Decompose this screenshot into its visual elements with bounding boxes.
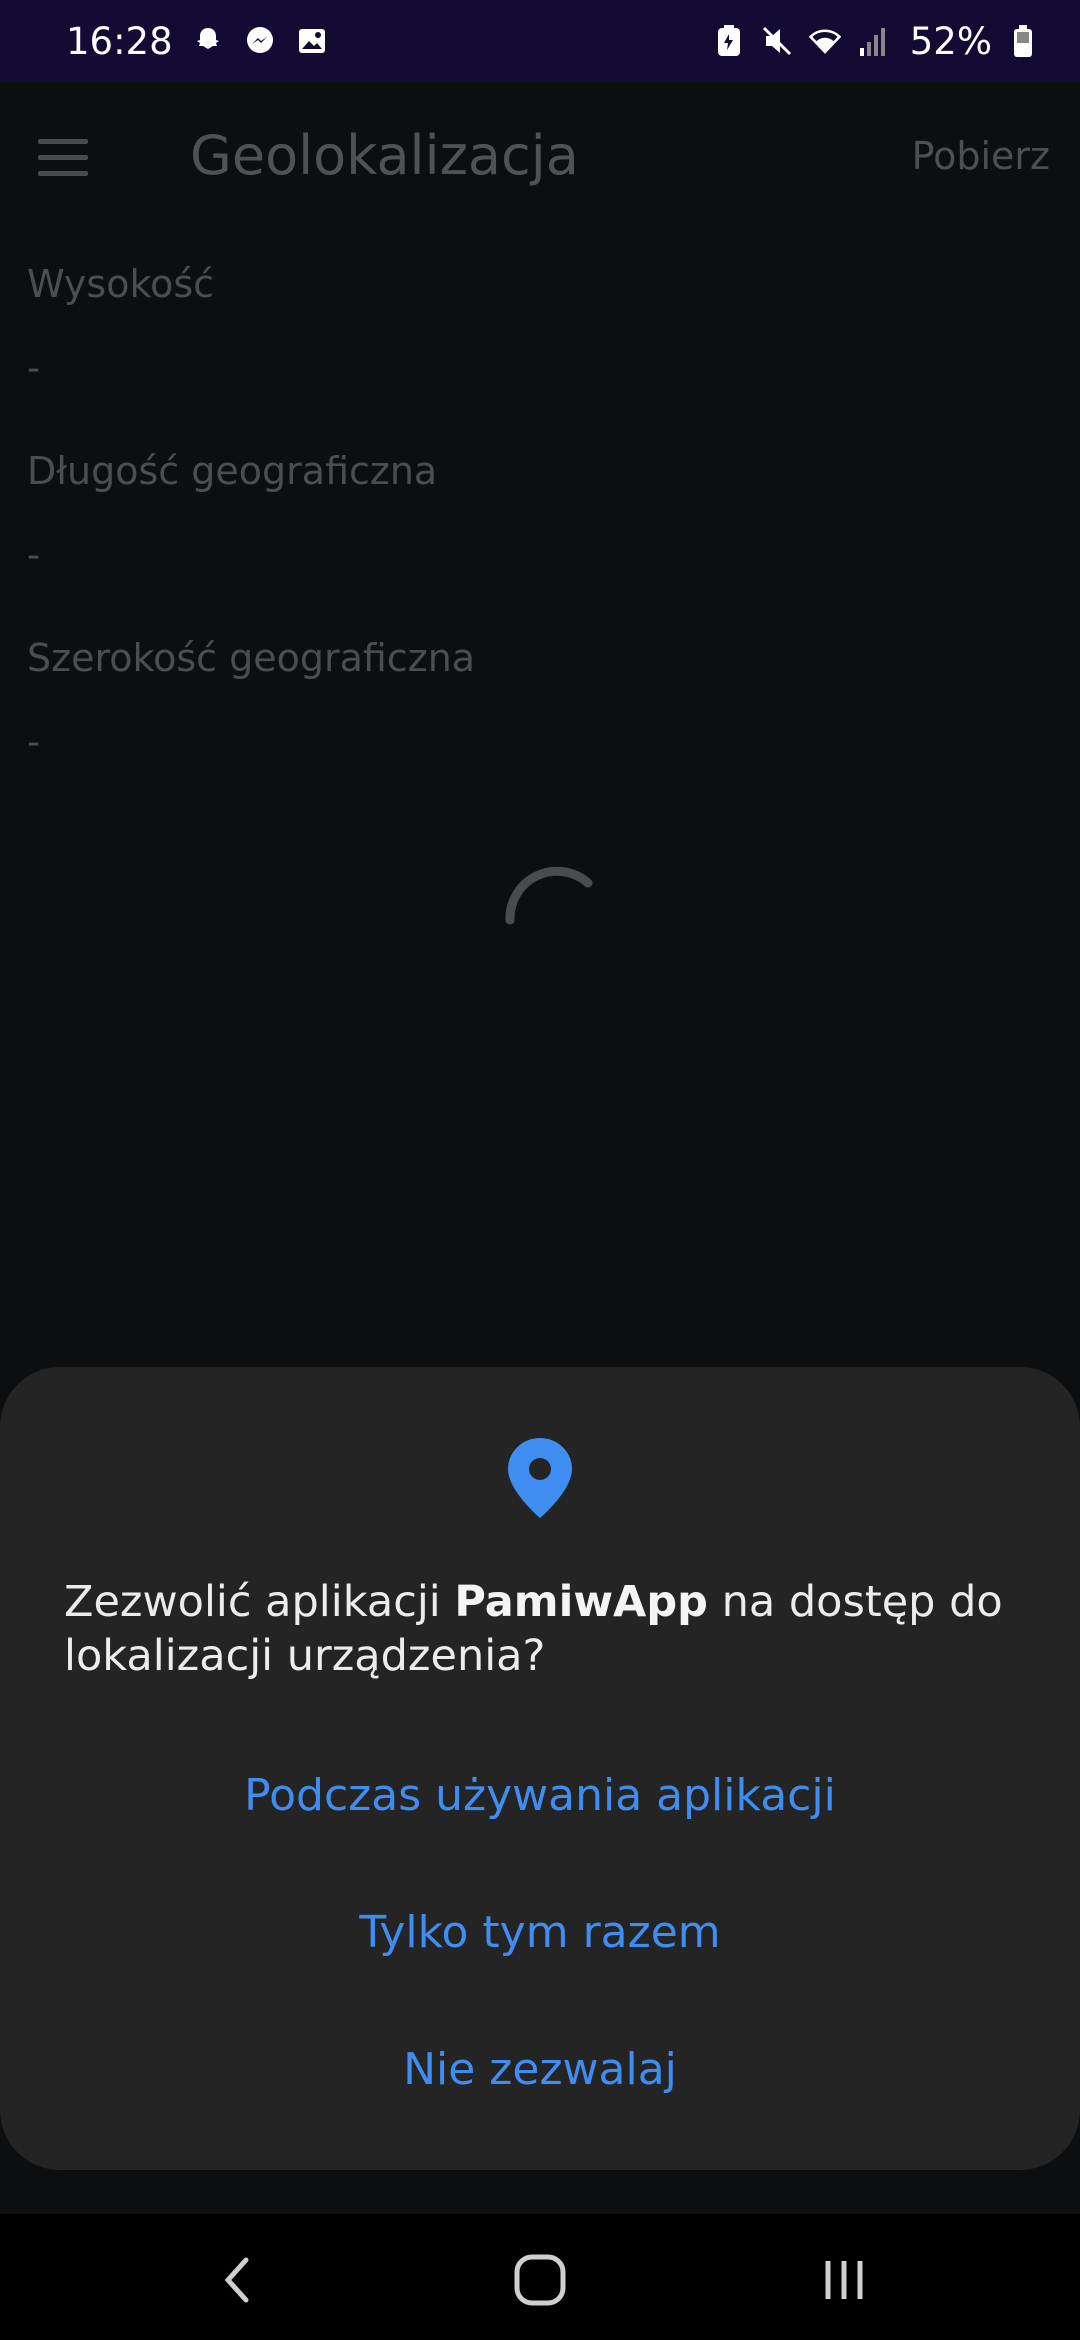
status-bar: 16:28 52% <box>0 0 1080 82</box>
messenger-icon <box>243 24 277 58</box>
longitude-value: - <box>27 535 40 576</box>
battery-percent: 52% <box>909 19 992 63</box>
fetch-button[interactable]: Pobierz <box>912 134 1050 178</box>
deny-button[interactable]: Nie zezwalaj <box>0 2044 1080 2095</box>
recent-apps-icon[interactable] <box>814 2250 874 2310</box>
longitude-label: Długość geograficzna <box>27 449 438 493</box>
snapchat-icon <box>191 24 225 58</box>
signal-icon <box>856 24 890 58</box>
altitude-label: Wysokość <box>27 262 215 306</box>
latitude-value: - <box>27 722 40 763</box>
only-this-time-button[interactable]: Tylko tym razem <box>0 1907 1080 1958</box>
app-name: PamiwApp <box>454 1577 708 1627</box>
battery-icon <box>1006 24 1040 58</box>
hamburger-menu-icon[interactable] <box>38 127 108 187</box>
app-bar: Geolokalizacja Pobierz <box>0 82 1080 232</box>
permission-prompt: Zezwolić aplikacji PamiwApp na dostęp do… <box>64 1575 1014 1683</box>
status-left: 16:28 <box>66 0 329 82</box>
clock: 16:28 <box>66 19 173 63</box>
mute-icon <box>760 24 794 58</box>
while-using-app-button[interactable]: Podczas używania aplikacji <box>0 1770 1080 1821</box>
wifi-icon <box>808 24 842 58</box>
location-pin-icon <box>508 1438 572 1518</box>
battery-saver-icon <box>712 24 746 58</box>
home-icon[interactable] <box>510 2250 570 2310</box>
status-right: 52% <box>712 0 1040 82</box>
altitude-value: - <box>27 348 40 389</box>
back-icon[interactable] <box>208 2250 268 2310</box>
page-title: Geolokalizacja <box>190 124 579 187</box>
navigation-bar <box>0 2214 1080 2340</box>
loading-spinner <box>505 866 593 925</box>
gallery-icon <box>295 24 329 58</box>
latitude-label: Szerokość geograficzna <box>27 636 476 680</box>
prompt-text-before: Zezwolić aplikacji <box>64 1577 455 1627</box>
